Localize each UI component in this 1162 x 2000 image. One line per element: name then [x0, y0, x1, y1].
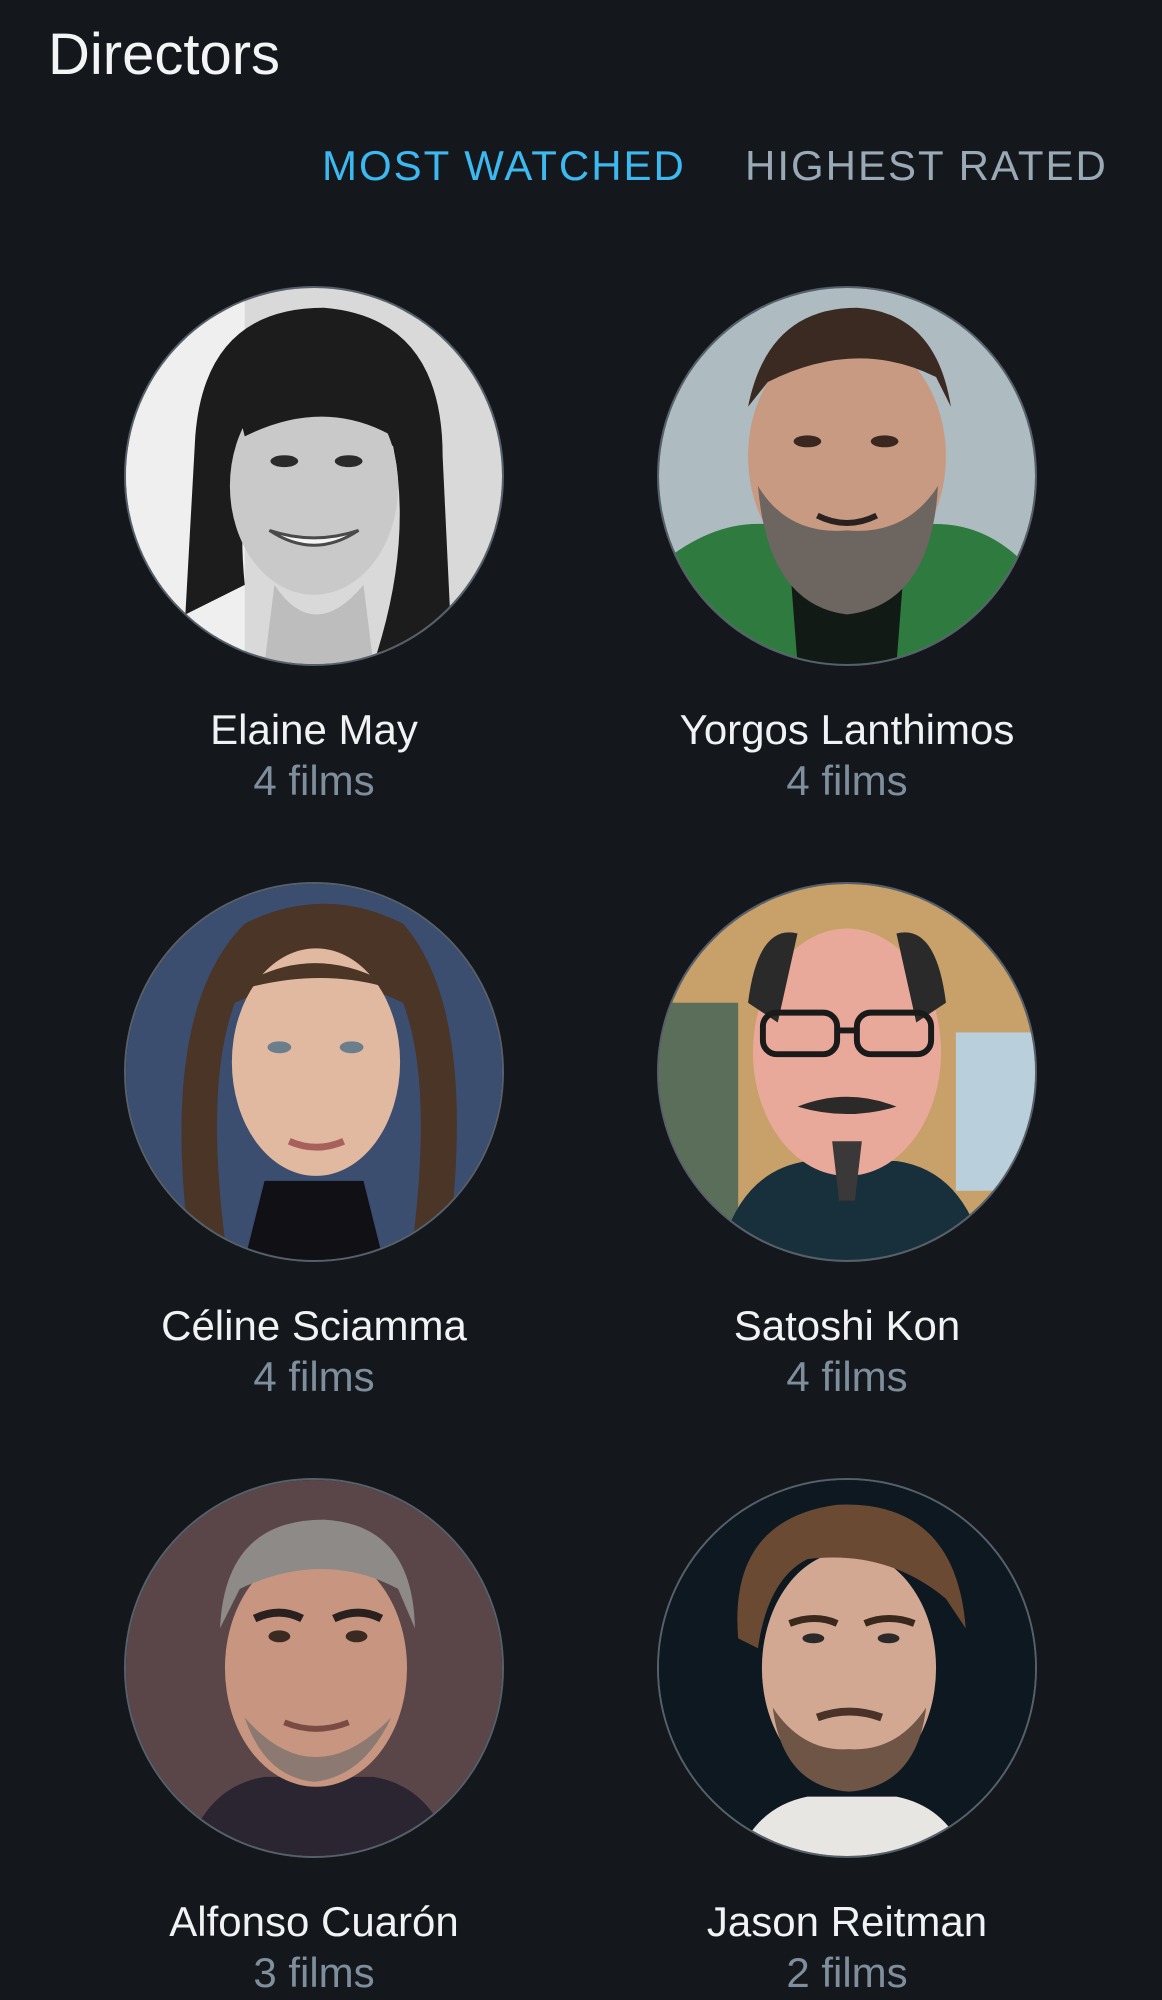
portrait-photo-icon	[659, 884, 1035, 1260]
director-photo[interactable]	[124, 1478, 504, 1858]
director-card[interactable]: Jason Reitman 2 films	[627, 1478, 1067, 1998]
portrait-photo-icon	[659, 288, 1035, 664]
portrait-photo-icon	[126, 288, 502, 664]
portrait-photo-icon	[126, 1480, 502, 1856]
director-card[interactable]: Elaine May 4 films	[94, 286, 534, 806]
tab-most-watched[interactable]: MOST WATCHED	[322, 136, 686, 196]
director-photo[interactable]	[124, 882, 504, 1262]
film-count: 4 films	[786, 757, 908, 804]
tab-highest-rated[interactable]: HIGHEST RATED	[745, 136, 1108, 196]
film-count: 3 films	[253, 1949, 375, 1996]
director-photo[interactable]	[124, 286, 504, 666]
film-count: 4 films	[253, 757, 375, 804]
director-card[interactable]: Céline Sciamma 4 films	[94, 882, 534, 1402]
director-name: Elaine May	[210, 706, 418, 753]
director-photo[interactable]	[657, 1478, 1037, 1858]
film-count: 2 films	[786, 1949, 908, 1996]
sort-tabs: MOST WATCHED HIGHEST RATED	[0, 136, 1162, 196]
director-name: Jason Reitman	[706, 1898, 988, 1945]
director-card[interactable]: Satoshi Kon 4 films	[627, 882, 1067, 1402]
director-name: Yorgos Lanthimos	[679, 706, 1015, 753]
director-photo[interactable]	[657, 882, 1037, 1262]
page-title: Directors	[48, 22, 281, 87]
director-photo[interactable]	[657, 286, 1037, 666]
portrait-photo-icon	[659, 1480, 1035, 1856]
portrait-photo-icon	[126, 884, 502, 1260]
director-card[interactable]: Alfonso Cuarón 3 films	[94, 1478, 534, 1998]
film-count: 4 films	[786, 1353, 908, 1400]
director-name: Céline Sciamma	[161, 1302, 467, 1349]
film-count: 4 films	[253, 1353, 375, 1400]
director-name: Satoshi Kon	[733, 1302, 961, 1349]
director-card[interactable]: Yorgos Lanthimos 4 films	[627, 286, 1067, 806]
director-name: Alfonso Cuarón	[169, 1898, 459, 1945]
